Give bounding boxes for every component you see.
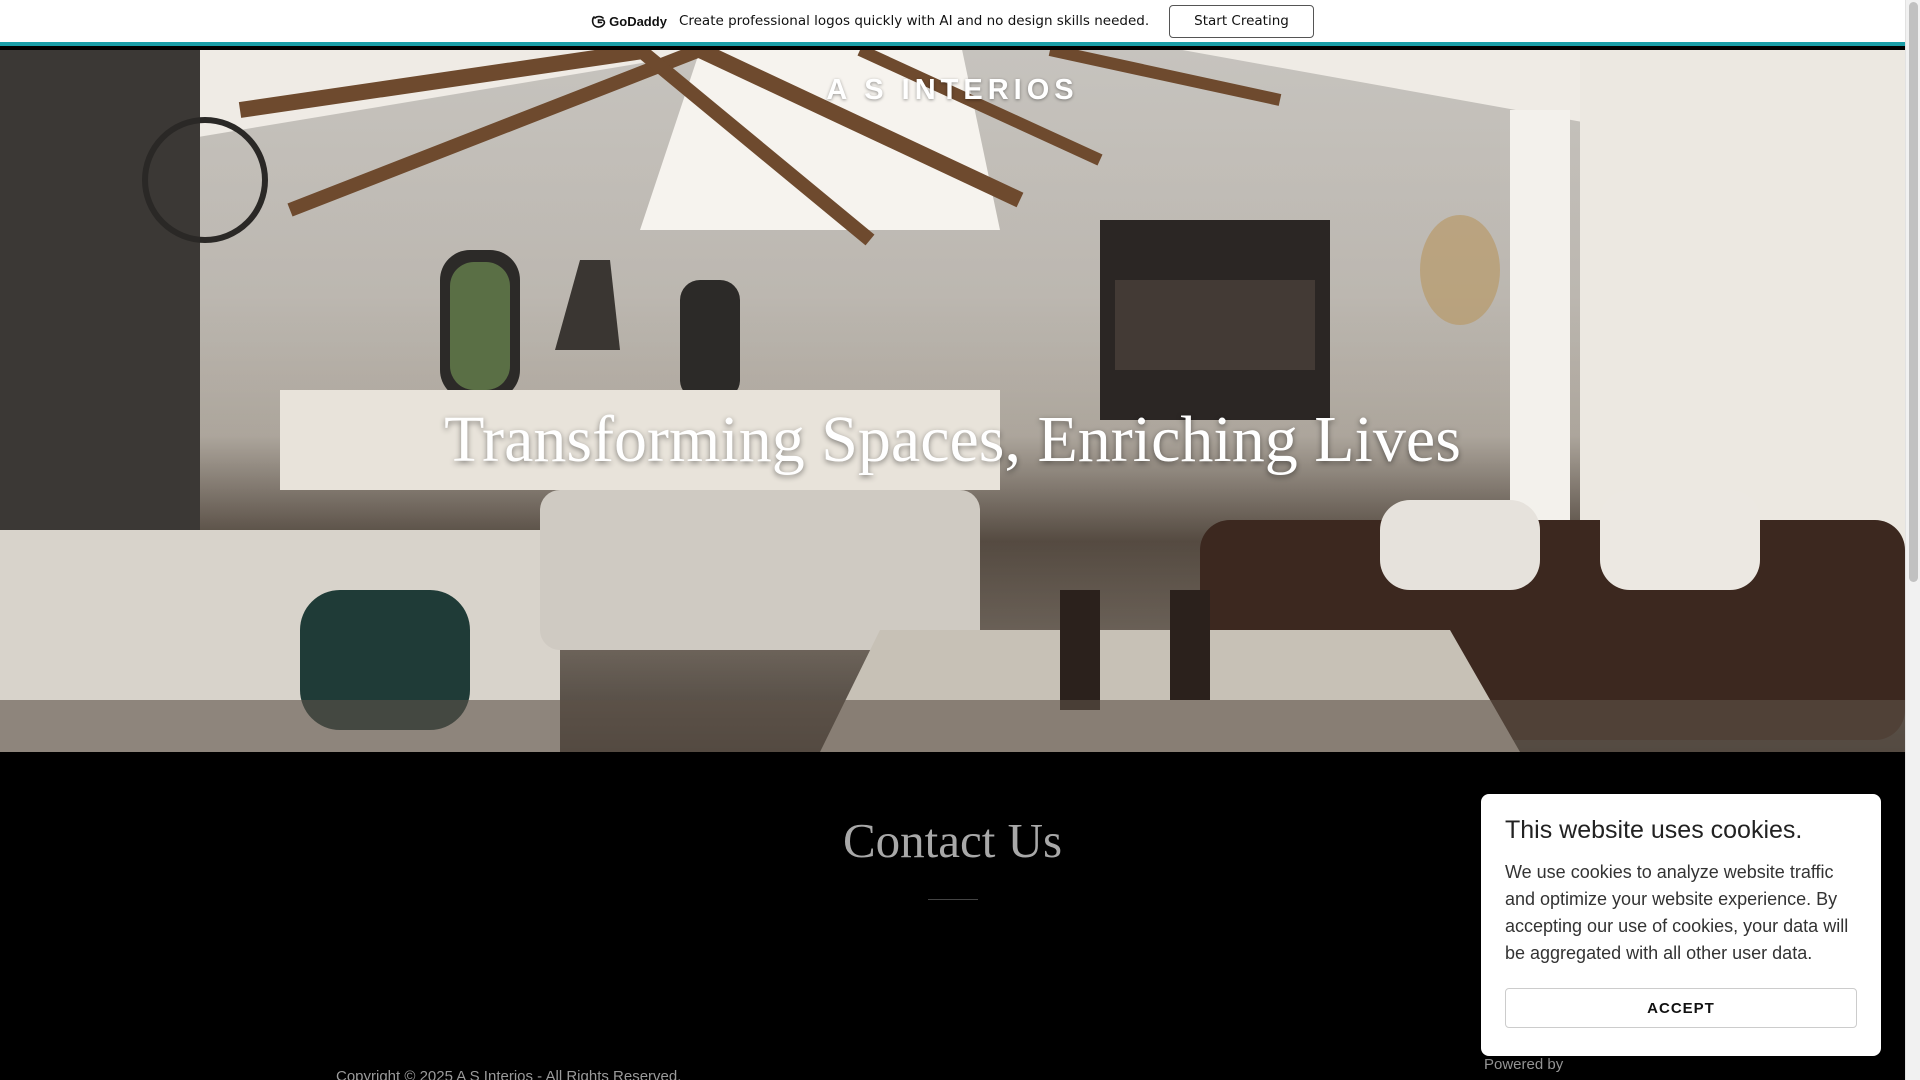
scrollbar-thumb[interactable]	[1909, 2, 1918, 582]
hero-background-image	[0, 50, 1905, 752]
godaddy-logo-icon	[591, 15, 606, 28]
page-scrollbar[interactable]	[1905, 0, 1920, 1080]
site-title[interactable]: A S INTERIOS	[0, 74, 1905, 107]
promo-banner: GoDaddy Create professional logos quickl…	[0, 0, 1905, 46]
cookie-title: This website uses cookies.	[1505, 816, 1803, 844]
start-creating-button[interactable]: Start Creating	[1169, 4, 1314, 38]
godaddy-logo-text: GoDaddy	[609, 13, 667, 29]
hero-tagline: Transforming Spaces, Enriching Lives	[444, 403, 1461, 476]
promo-message: Create professional logos quickly with A…	[678, 13, 1150, 29]
cookie-banner: This website uses cookies. We use cookie…	[1481, 794, 1881, 1056]
hero-section: A S INTERIOS Transforming Spaces, Enrich…	[0, 50, 1905, 752]
copyright-text: Copyright © 2025 A S Interios - All Righ…	[336, 1068, 682, 1080]
godaddy-logo: GoDaddy	[591, 14, 667, 29]
contact-divider	[928, 899, 978, 900]
accept-cookies-button[interactable]: ACCEPT	[1505, 988, 1857, 1028]
powered-by-text: Powered by	[1484, 1056, 1564, 1073]
cookie-body: We use cookies to analyze website traffi…	[1505, 862, 1849, 963]
